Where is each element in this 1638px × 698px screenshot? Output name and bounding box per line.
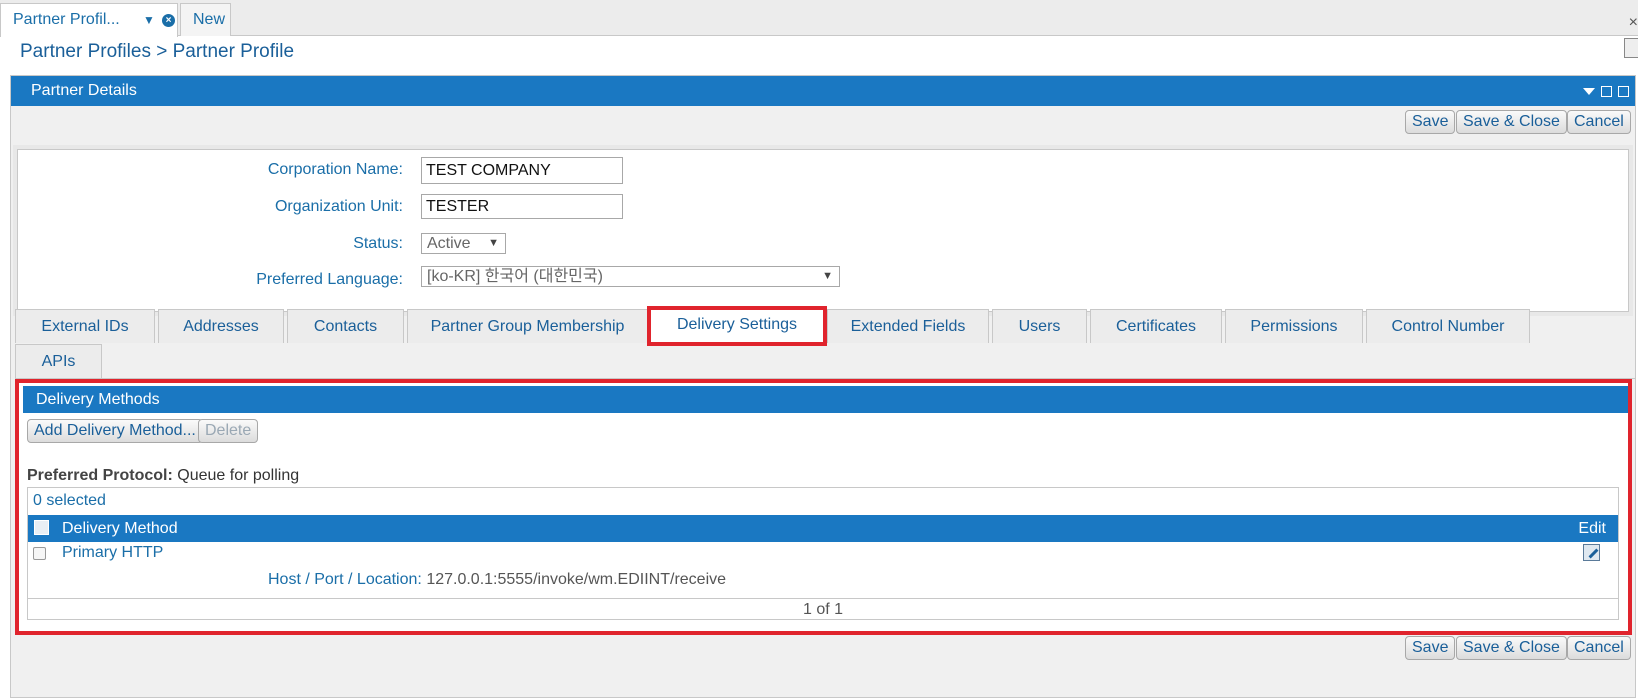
column-edit[interactable]: Edit (1578, 515, 1606, 542)
breadcrumb: Partner Profiles > Partner Profile (20, 41, 295, 62)
preferred-language-select[interactable]: [ko-KR] 한국어 (대한민국) ▼ (421, 266, 840, 287)
detail-value: 127.0.0.1:5555/invoke/wm.EDIINT/receive (426, 571, 727, 588)
tab-addresses[interactable]: Addresses (158, 309, 284, 343)
chevron-down-icon[interactable]: ▼ (143, 4, 155, 36)
delivery-method-link[interactable]: Primary HTTP (62, 544, 163, 562)
tab-permissions[interactable]: Permissions (1225, 309, 1363, 343)
delivery-methods-table: 0 selected Delivery Method Edit Primary … (27, 487, 1619, 620)
detail-label: Host / Port / Location: (268, 571, 422, 588)
chevron-down-icon[interactable] (1583, 87, 1595, 95)
document-tab-strip: Partner Profil... ▼ × New × (0, 0, 1638, 58)
tab-certificates[interactable]: Certificates (1090, 309, 1222, 343)
tab-external-ids[interactable]: External IDs (15, 309, 155, 343)
doc-tab-partner-profile[interactable]: Partner Profil... ▼ × (0, 3, 178, 37)
panel-header: Partner Details (11, 76, 1635, 106)
doc-tab-label: New (193, 11, 226, 28)
add-delivery-method-button[interactable]: Add Delivery Method... (27, 419, 203, 443)
status-label: Status: (353, 235, 403, 252)
edit-icon[interactable] (1583, 544, 1600, 561)
row-checkbox[interactable] (33, 547, 46, 560)
tab-users[interactable]: Users (992, 309, 1087, 343)
delete-button[interactable]: Delete (198, 419, 259, 443)
save-close-button[interactable]: Save & Close (1456, 110, 1567, 134)
close-icon[interactable]: × (162, 14, 175, 27)
maximize-icon[interactable] (1618, 85, 1629, 97)
doc-tab-label: Partner Profil... (13, 11, 120, 28)
preferred-protocol-value: Queue for polling (177, 467, 300, 484)
cancel-button-bottom[interactable]: Cancel (1567, 636, 1631, 660)
corporation-name-label: Corporation Name: (267, 161, 403, 178)
select-all-icon[interactable] (34, 520, 49, 535)
save-close-button-bottom[interactable]: Save & Close (1456, 636, 1567, 660)
delivery-method-detail: Host / Port / Location: 127.0.0.1:5555/i… (268, 571, 726, 589)
partner-details-panel: Partner Details Save Save & Close Cancel… (10, 75, 1636, 698)
dropdown-arrow-icon: ▼ (822, 270, 833, 282)
panel-toggle-icon[interactable] (1624, 38, 1638, 58)
tab-delivery-settings[interactable]: Delivery Settings (647, 306, 827, 346)
status-select[interactable]: Active ▼ (421, 233, 506, 254)
preferred-language-label: Preferred Language: (256, 271, 403, 288)
cancel-button[interactable]: Cancel (1567, 110, 1631, 134)
table-header: Delivery Method Edit (28, 515, 1618, 542)
delivery-settings-section: Delivery Methods Add Delivery Method... … (15, 379, 1632, 635)
corporation-name-field[interactable] (421, 157, 623, 184)
preferred-language-value: [ko-KR] 한국어 (대한민국) (427, 268, 603, 285)
tab-apis[interactable]: APIs (15, 344, 102, 378)
panel-title: Partner Details (31, 82, 137, 99)
column-delivery-method[interactable]: Delivery Method (62, 515, 178, 542)
organization-unit-label: Organization Unit: (274, 198, 403, 215)
organization-unit-field[interactable] (421, 194, 623, 219)
save-button[interactable]: Save (1405, 110, 1456, 134)
status-value: Active (427, 235, 471, 252)
selected-count: 0 selected (33, 492, 106, 509)
tab-extended-fields[interactable]: Extended Fields (827, 309, 989, 343)
partner-form: Corporation Name: Organization Unit: Sta… (13, 145, 1633, 316)
tab-contacts[interactable]: Contacts (287, 309, 404, 343)
close-icon[interactable]: × (1629, 14, 1638, 32)
preferred-protocol-label: Preferred Protocol: (27, 467, 173, 484)
tab-control-number[interactable]: Control Number (1366, 309, 1530, 343)
pager: 1 of 1 (28, 598, 1618, 620)
save-button-bottom[interactable]: Save (1405, 636, 1456, 660)
minimize-icon[interactable] (1601, 85, 1612, 97)
preferred-protocol: Preferred Protocol: Queue for polling (27, 467, 299, 485)
doc-tab-new[interactable]: New (180, 3, 231, 36)
dropdown-arrow-icon: ▼ (488, 237, 499, 249)
delivery-methods-header: Delivery Methods (23, 386, 1628, 413)
tab-partner-group-membership[interactable]: Partner Group Membership (407, 309, 648, 343)
